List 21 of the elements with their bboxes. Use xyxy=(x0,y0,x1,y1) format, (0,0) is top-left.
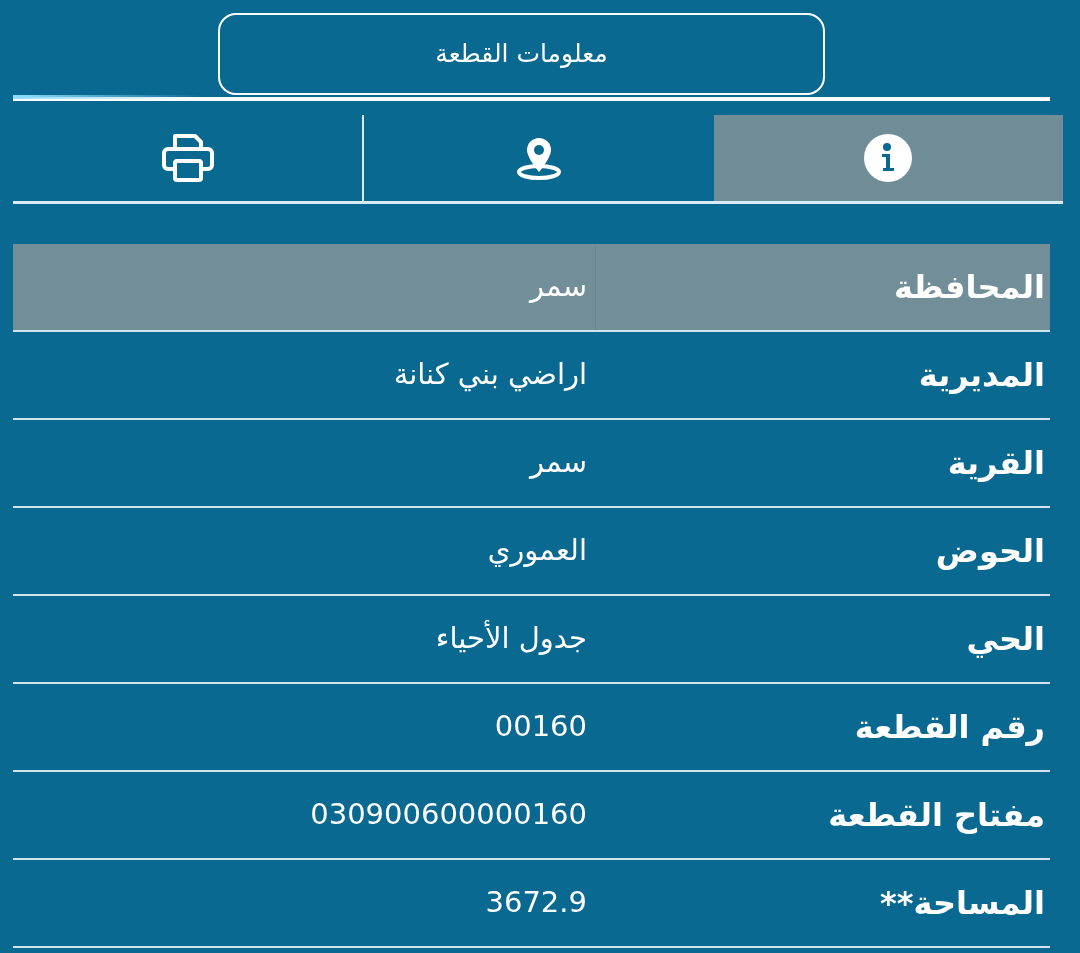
field-label: الحي xyxy=(966,619,1045,660)
field-value: سمر xyxy=(529,268,587,306)
field-value: اراضي بني كنانة xyxy=(393,356,587,394)
tab[interactable] xyxy=(713,115,1063,201)
field-label: المساحة** xyxy=(880,883,1045,924)
field-value: 00160 xyxy=(494,708,587,746)
field-value: العموري xyxy=(487,532,587,570)
printer-icon xyxy=(160,133,215,183)
field-label: مفتاح القطعة xyxy=(828,795,1045,836)
field-label: المديرية xyxy=(918,355,1045,396)
section-title-button[interactable]: معلومات القطعة xyxy=(218,13,825,95)
info-icon xyxy=(864,134,913,182)
field-value: سمر xyxy=(529,444,587,482)
field-value: جدول الأحياء xyxy=(435,619,587,658)
field-value: 030900600000160 xyxy=(310,796,587,834)
field-label: رقم القطعة xyxy=(854,707,1045,748)
field-value: 3672.9 xyxy=(485,884,587,922)
field-label: القرية xyxy=(947,443,1045,484)
location-pin-icon xyxy=(515,136,563,180)
field-label: الحوض xyxy=(935,531,1045,572)
field-label: المحافظة xyxy=(893,267,1045,308)
